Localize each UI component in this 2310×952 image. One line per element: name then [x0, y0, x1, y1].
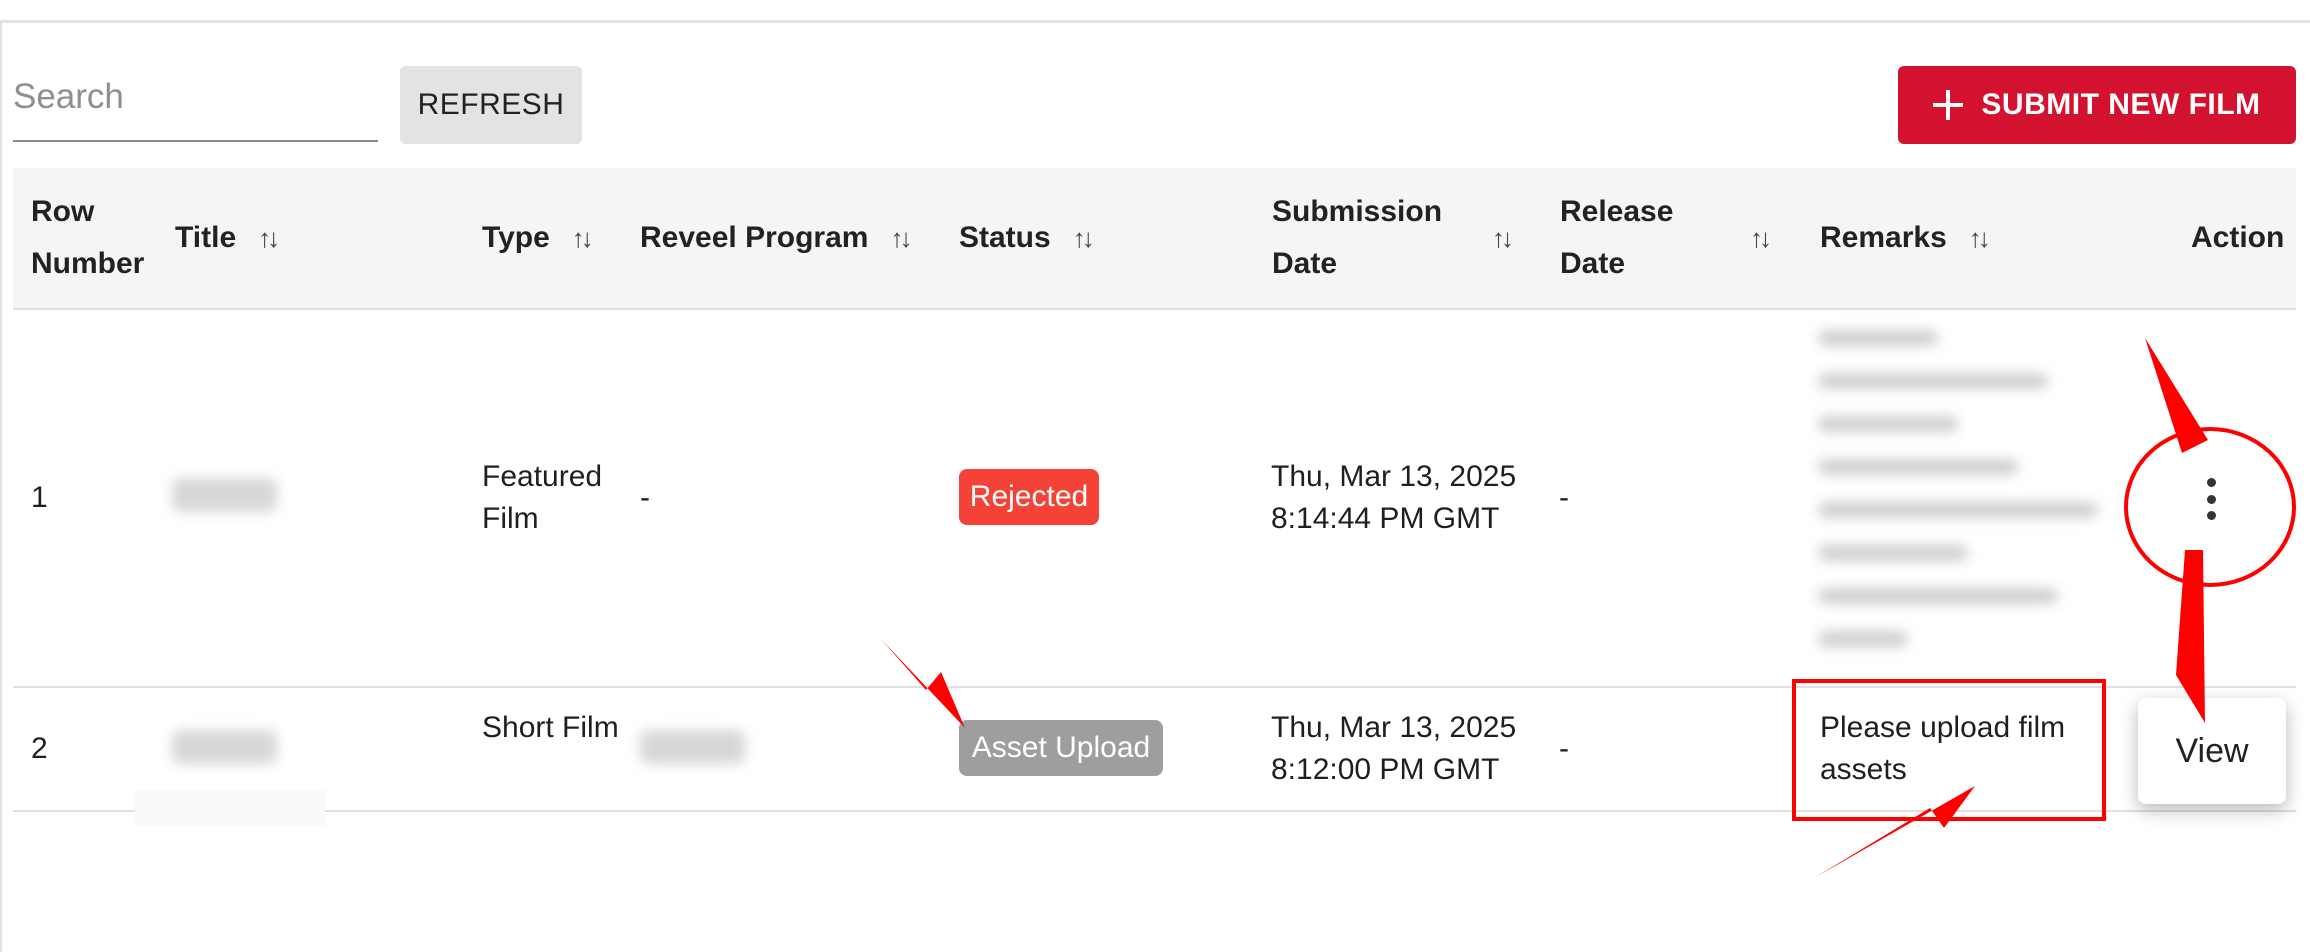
- sort-icon[interactable]: ↑↓: [572, 212, 594, 264]
- sort-icon[interactable]: ↑↓: [1073, 212, 1095, 264]
- view-menu-item[interactable]: View: [2138, 698, 2286, 804]
- plus-icon: [1933, 90, 1964, 120]
- column-header-status[interactable]: Status ↑↓: [959, 168, 1095, 308]
- table-header: Row Number Title ↑↓ Type ↑↓ Reveel Program…: [13, 168, 2296, 310]
- remarks-redacted: [1818, 330, 2118, 660]
- program-redacted: [640, 730, 745, 764]
- top-border: [0, 20, 2310, 23]
- column-header-release-date[interactable]: Release Date ↑↓: [1560, 168, 1772, 308]
- title-redacted: [172, 730, 277, 764]
- release-date: -: [1559, 732, 1569, 765]
- faded-label: [135, 790, 325, 826]
- submission-date: Thu, Mar 13, 2025: [1271, 711, 1517, 744]
- refresh-button[interactable]: REFRESH: [400, 66, 582, 144]
- row-number: 1: [31, 481, 48, 514]
- submission-time: 8:12:00 PM GMT: [1271, 753, 1500, 786]
- left-border: [0, 20, 2, 952]
- column-header-submission-date[interactable]: Submission Date ↑↓: [1272, 168, 1514, 308]
- sort-icon[interactable]: ↑↓: [258, 212, 280, 264]
- column-header-title[interactable]: Title ↑↓: [175, 168, 280, 308]
- column-header-program[interactable]: Reveel Program ↑↓: [640, 168, 912, 308]
- submit-new-film-button[interactable]: SUBMIT NEW FILM: [1898, 66, 2296, 144]
- search-input[interactable]: [13, 62, 378, 132]
- submit-new-film-label: SUBMIT NEW FILM: [1981, 88, 2261, 121]
- title-redacted: [172, 478, 277, 512]
- type-cell: Featured Film: [482, 460, 603, 535]
- program-cell: -: [640, 481, 650, 514]
- status-badge: Rejected: [959, 469, 1099, 525]
- column-header-remarks[interactable]: Remarks ↑↓: [1820, 168, 1991, 308]
- column-header-row-number[interactable]: Row Number: [31, 168, 161, 308]
- sort-icon[interactable]: ↑↓: [1750, 212, 1772, 264]
- remarks-cell: Please upload film assets: [1820, 711, 2066, 786]
- sort-icon[interactable]: ↑↓: [1492, 212, 1514, 264]
- row-number: 2: [31, 732, 48, 765]
- search-field[interactable]: [13, 62, 378, 142]
- sort-icon[interactable]: ↑↓: [890, 212, 912, 264]
- status-badge: Asset Upload: [959, 720, 1163, 776]
- column-header-action: Action: [2191, 221, 2285, 254]
- more-vertical-icon[interactable]: [2196, 478, 2226, 520]
- sort-icon[interactable]: ↑↓: [1969, 212, 1991, 264]
- submission-time: 8:14:44 PM GMT: [1271, 502, 1500, 535]
- column-header-type[interactable]: Type ↑↓: [482, 168, 594, 308]
- submission-date: Thu, Mar 13, 2025: [1271, 460, 1517, 493]
- type-cell: Short Film: [482, 711, 619, 744]
- release-date: -: [1559, 481, 1569, 514]
